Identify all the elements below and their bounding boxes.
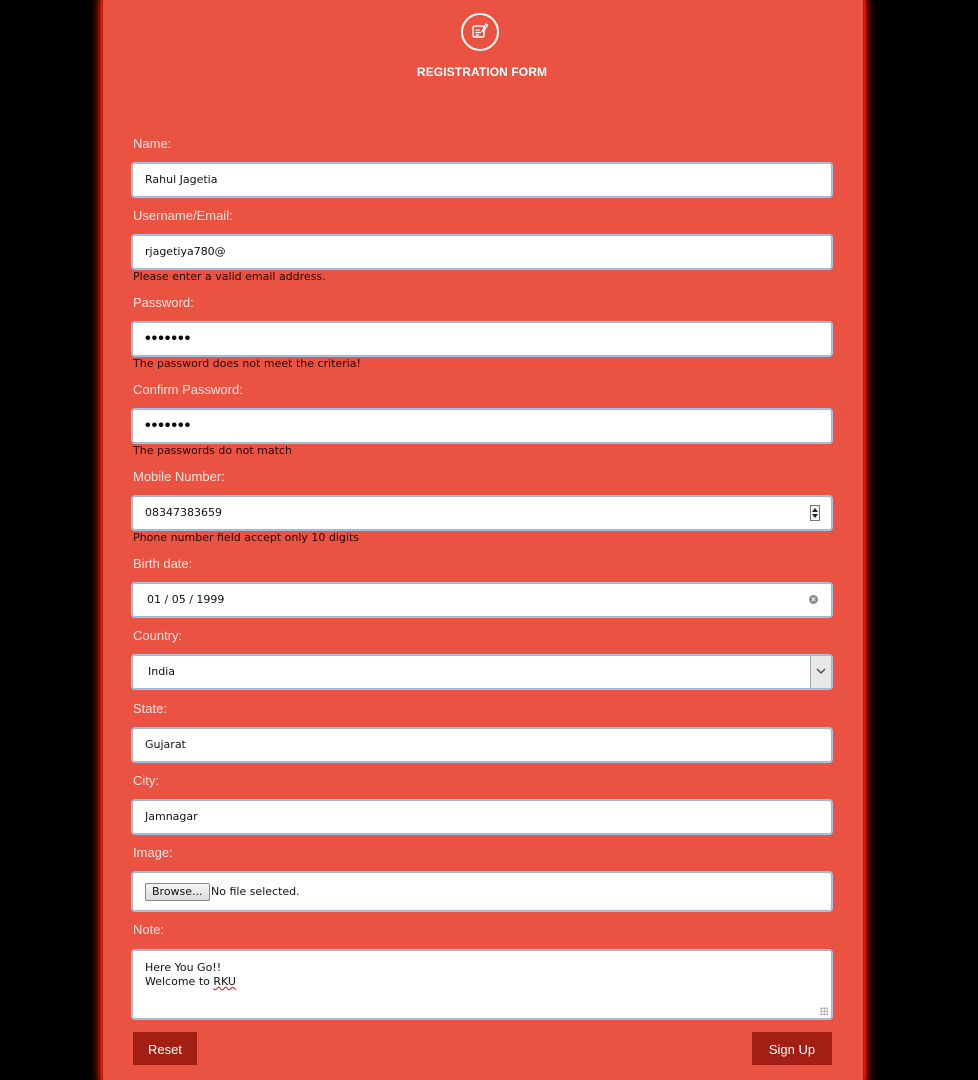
spinner-up-icon[interactable] [812,508,818,512]
country-label: Country: [133,628,183,643]
number-spinner[interactable] [810,505,820,521]
form-edit-icon [461,13,499,51]
note-line-2-text: Welcome to [145,975,214,988]
city-value: Jamnagar [145,810,198,823]
image-label: Image: [133,845,173,860]
username-error: Please enter a valid email address. [133,270,326,283]
form-title: REGISTRATION FORM [416,65,548,79]
resize-grip-icon[interactable] [820,1007,828,1015]
image-file-input[interactable]: Browse... No file selected. [132,872,832,911]
password-label: Password: [133,295,194,310]
birth-date-label: Birth date: [133,556,193,571]
name-label: Name: [133,136,172,151]
mobile-error: Phone number field accept only 10 digits [133,531,360,544]
password-input[interactable]: ••••••• [132,322,832,356]
confirm-password-input[interactable]: ••••••• [132,409,832,443]
country-value: India [148,665,175,678]
country-select[interactable]: India [132,655,832,689]
clear-icon[interactable]: × [809,595,818,604]
note-line-2: Welcome to RKU [145,975,236,988]
note-label: Note: [133,922,165,937]
mobile-input[interactable]: 08347383659 [132,496,832,530]
city-label: City: [133,773,159,788]
confirm-password-error: The passwords do not match [133,444,292,457]
file-status: No file selected. [211,885,300,898]
confirm-password-mask: ••••••• [145,417,192,434]
spellcheck-flagged-word: RKU [213,975,236,988]
note-textarea[interactable]: Here You Go!! Welcome to RKU [132,950,832,1019]
browse-button[interactable]: Browse... [145,883,210,901]
city-input[interactable]: Jamnagar [132,800,832,834]
password-error: The password does not meet the criteria! [133,357,361,370]
mobile-value: 08347383659 [145,506,222,519]
state-label: State: [133,701,167,716]
chevron-down-icon[interactable] [810,656,831,688]
password-mask: ••••••• [145,330,192,347]
birth-date-value: 01 / 05 / 1999 [147,593,225,606]
username-input[interactable]: rjagetiya780@ [132,235,832,269]
username-label: Username/Email: [133,208,233,223]
reset-button[interactable]: Reset [133,1032,197,1065]
state-input[interactable]: Gujarat [132,728,832,762]
spinner-down-icon[interactable] [812,514,818,518]
mobile-label: Mobile Number: [133,469,225,484]
name-value: Rahul Jagetia [145,173,218,186]
confirm-password-label: Confirm Password: [133,382,243,397]
username-value: rjagetiya780@ [145,245,226,258]
birth-date-input[interactable]: 01 / 05 / 1999 × [132,583,832,617]
state-value: Gujarat [145,738,186,751]
note-line-1: Here You Go!! [145,961,222,974]
sign-up-button[interactable]: Sign Up [752,1032,832,1065]
name-input[interactable]: Rahul Jagetia [132,163,832,197]
